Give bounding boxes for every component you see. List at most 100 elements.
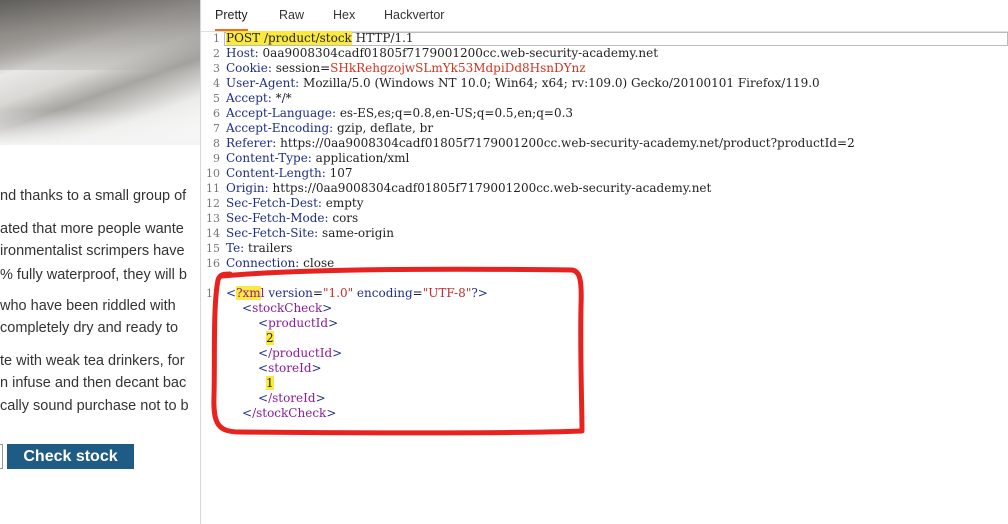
header-value: application/xml	[311, 151, 410, 165]
header-value: gzip, deflate, br	[333, 121, 434, 135]
xml-bracket: >	[326, 406, 337, 420]
xml-storeid-value-line: 1	[200, 376, 1008, 391]
header-value: https://0aa9008304cadf01805f7179001200cc…	[276, 136, 855, 150]
xml-tag-name: /storeId	[268, 391, 316, 405]
line-number: 5	[213, 92, 220, 105]
header-line: 6 Accept-Language: es-ES,es;q=0.8,en-US;q…	[200, 106, 1008, 121]
header-line: 15 Te: trailers	[200, 241, 1008, 256]
xml-bracket: >	[332, 346, 343, 360]
xml-productid-open: <productId>	[200, 316, 1008, 331]
xml-bracket: <	[258, 346, 269, 360]
header-line: 9 Content-Type: application/xml	[200, 151, 1008, 166]
line-number: 4	[213, 77, 220, 90]
product-id-value: 2	[266, 331, 274, 345]
line-number: 16	[206, 257, 220, 270]
xml-bracket: <	[226, 286, 237, 300]
header-name: Sec-Fetch-Dest:	[226, 196, 322, 210]
header-line: 10 Content-Length: 107	[200, 166, 1008, 181]
xml-bracket: <	[258, 361, 269, 375]
xml-productid-value-line: 2	[200, 331, 1008, 346]
header-name: Accept-Encoding:	[226, 121, 334, 135]
tab-pretty[interactable]: Pretty	[215, 0, 248, 31]
xml-productid-close: </productId>	[200, 346, 1008, 361]
header-name: Content-Type:	[226, 151, 312, 165]
line-number: 2	[213, 47, 220, 60]
header-value: session=	[271, 61, 331, 75]
method-path: POST /product/stock	[226, 31, 352, 45]
store-id-value: 1	[266, 376, 274, 390]
header-name: Accept-Language:	[226, 106, 337, 120]
header-name: Connection:	[226, 256, 300, 270]
xml-bracket: >	[315, 391, 326, 405]
header-name: Origin:	[226, 181, 269, 195]
xml-attr-version: version	[268, 286, 313, 300]
xml-attr-version-value: "1.0"	[322, 286, 354, 300]
xml-pi-highlight: ?xm	[236, 286, 261, 300]
header-line: 3 Cookie: session=SHkRehgzojwSLmYk53MdpiD…	[200, 61, 1008, 76]
http-version: HTTP/1.1	[351, 31, 414, 45]
xml-tag-name: stockCheck	[252, 301, 323, 315]
header-value: close	[299, 256, 335, 270]
description-line: ated that more people wante	[0, 221, 184, 237]
xml-storeid-close: </storeId>	[200, 391, 1008, 406]
line-number: 10	[206, 167, 220, 180]
description-line: % fully waterproof, they will b	[0, 267, 187, 283]
description-line: nd thanks to a small group of	[0, 188, 187, 204]
line-number: 13	[206, 212, 220, 225]
tab-raw[interactable]: Raw	[279, 0, 304, 31]
xml-pi-rest: l	[260, 286, 265, 300]
header-value: */*	[271, 91, 292, 105]
line-number: 11	[206, 182, 220, 195]
header-line: 8 Referer: https://0aa9008304cadf01805f71…	[200, 136, 1008, 151]
header-line: 16 Connection: close	[200, 256, 1008, 271]
product-page-panel: nd thanks to a small group of ated that …	[0, 0, 200, 524]
header-value: es-ES,es;q=0.8,en-US;q=0.5,en;q=0.3	[336, 106, 574, 120]
tab-hex[interactable]: Hex	[333, 0, 355, 31]
session-cookie-value: SHkRehgzojwSLmYk53MdpiDd8HsnDYnz	[330, 61, 586, 75]
line-number: 12	[206, 197, 220, 210]
xml-bracket: <	[258, 316, 269, 330]
line-number: 6	[213, 107, 220, 120]
header-name: User-Agent:	[226, 76, 300, 90]
xml-bracket: >	[311, 361, 322, 375]
header-name: Content-Length:	[226, 166, 326, 180]
xml-bracket: >	[322, 301, 333, 315]
xml-storeid-open: <storeId>	[200, 361, 1008, 376]
header-name: Sec-Fetch-Mode:	[226, 211, 329, 225]
line-number: 17	[206, 287, 220, 300]
header-line: 7 Accept-Encoding: gzip, deflate, br	[200, 121, 1008, 136]
xml-bracket: <	[242, 406, 253, 420]
description-line: who have been riddled with	[0, 298, 176, 314]
xml-bracket: <	[242, 301, 253, 315]
header-value: cors	[328, 211, 359, 225]
header-line: 2 Host: 0aa9008304cadf01805f7179001200cc.…	[200, 46, 1008, 61]
line-number: 1	[213, 32, 220, 45]
line-number: 3	[213, 62, 220, 75]
line-number: 15	[206, 242, 220, 255]
xml-declaration-line: 17 <?xml version="1.0" encoding="UTF-8"?…	[200, 286, 1008, 301]
product-image	[0, 0, 200, 145]
xml-stockcheck-open: <stockCheck>	[200, 301, 1008, 316]
header-name: Host:	[226, 46, 259, 60]
header-line: 11 Origin: https://0aa9008304cadf01805f71…	[200, 181, 1008, 196]
blank-line: 16	[200, 271, 1008, 286]
header-line: 13 Sec-Fetch-Mode: cors	[200, 211, 1008, 226]
description-line: cally sound purchase not to b	[0, 398, 189, 414]
description-line: completely dry and ready to	[0, 320, 179, 336]
header-name: Accept:	[226, 91, 272, 105]
header-value: 0aa9008304cadf01805f7179001200cc.web-sec…	[258, 46, 659, 60]
header-value: https://0aa9008304cadf01805f7179001200cc…	[268, 181, 712, 195]
tab-hackvertor[interactable]: Hackvertor	[384, 0, 444, 31]
header-name: Cookie:	[226, 61, 272, 75]
xml-tag-name: storeId	[268, 361, 312, 375]
store-select-dropdown[interactable]	[0, 444, 3, 469]
header-name: Referer:	[226, 136, 277, 150]
header-line: 14 Sec-Fetch-Site: same-origin	[200, 226, 1008, 241]
xml-pi-close: ?>	[471, 286, 488, 300]
editor-tabs: Pretty Raw Hex Hackvertor	[201, 0, 1008, 32]
check-stock-button[interactable]: Check stock	[7, 444, 134, 469]
request-line: 1 POST /product/stock HTTP/1.1	[200, 31, 1008, 46]
header-line: 4 User-Agent: Mozilla/5.0 (Windows NT 10.…	[200, 76, 1008, 91]
header-value: same-origin	[318, 226, 394, 240]
header-value: Mozilla/5.0 (Windows NT 10.0; Win64; x64…	[299, 76, 820, 90]
